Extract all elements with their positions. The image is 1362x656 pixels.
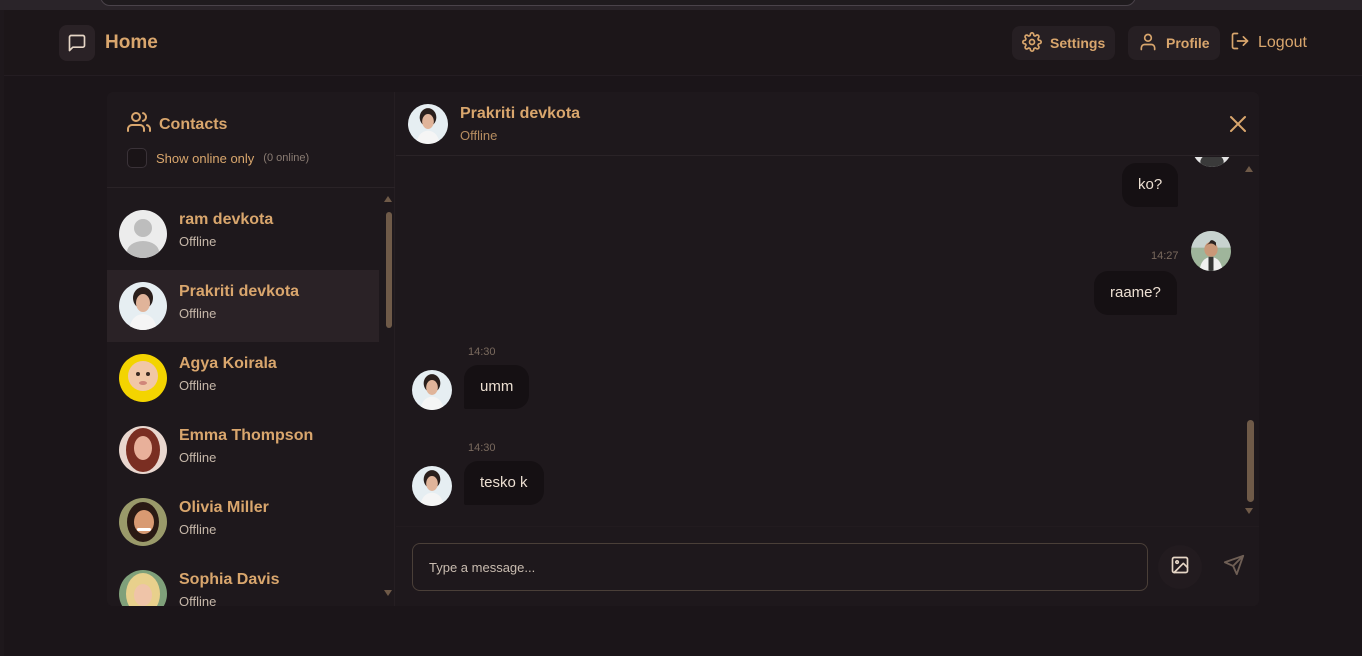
image-icon (1170, 555, 1190, 580)
browser-address-bar[interactable] (100, 0, 1136, 6)
contacts-title: Contacts (127, 110, 227, 139)
chat-header: Prakriti devkota Offline (396, 92, 1259, 156)
sidebar-header: Contacts Show online only (0 online) (107, 92, 395, 188)
scroll-down-icon[interactable] (1245, 508, 1253, 514)
profile-label: Profile (1166, 35, 1210, 51)
message-bubble: ko? (1122, 163, 1179, 207)
message-input[interactable] (412, 543, 1148, 591)
contact-name: Olivia Miller (179, 499, 269, 516)
contact-name: Emma Thompson (179, 427, 314, 444)
logout-label: Logout (1258, 34, 1307, 51)
message-time: 14:30 (468, 442, 496, 454)
avatar (1192, 157, 1232, 167)
close-icon[interactable] (1226, 112, 1250, 136)
avatar (119, 426, 167, 474)
avatar (412, 466, 452, 506)
contact-status: Offline (179, 234, 217, 249)
contact-status: Offline (179, 594, 217, 606)
browser-chrome (0, 0, 1362, 10)
contacts-title-label: Contacts (159, 115, 228, 133)
avatar (408, 104, 448, 144)
contact-item[interactable]: Prakriti devkota Offline (107, 270, 379, 342)
users-icon (127, 110, 151, 139)
chat-pane: Prakriti devkota Offline ko? 14:27 raame… (396, 92, 1259, 606)
contacts-scrollbar-thumb[interactable] (386, 212, 392, 328)
contact-name: Sophia Davis (179, 571, 280, 588)
settings-button[interactable]: Settings (1012, 26, 1116, 60)
contact-item[interactable]: Sophia Davis Offline (107, 558, 379, 606)
chat-app: Home Settings Profile Logout Contacts Sh… (4, 10, 1362, 656)
contact-status: Offline (179, 378, 217, 393)
message-time: 14:27 (1151, 250, 1179, 262)
contact-item[interactable]: Agya Koirala Offline (107, 342, 379, 414)
message-bubble: tesko k (464, 461, 544, 505)
contact-item[interactable]: Olivia Miller Offline (107, 486, 379, 558)
online-only-toggle[interactable]: Show online only (0 online) (127, 148, 309, 168)
contacts-scrollbar[interactable] (383, 192, 393, 606)
logout-button[interactable]: Logout (1220, 26, 1317, 60)
settings-label: Settings (1050, 35, 1106, 51)
avatar (119, 498, 167, 546)
avatar (1191, 231, 1231, 271)
scroll-up-icon[interactable] (1245, 166, 1253, 172)
online-only-label: Show online only (156, 150, 255, 166)
send-icon (1223, 554, 1245, 581)
avatar (119, 570, 167, 606)
online-count: (0 online) (263, 152, 310, 164)
logout-icon (1230, 31, 1250, 56)
contact-item[interactable]: ram devkota Offline (107, 198, 379, 270)
contact-name: Agya Koirala (179, 355, 277, 372)
online-only-checkbox[interactable] (127, 148, 147, 168)
message-bubble: umm (464, 365, 530, 409)
chat-contact-name: Prakriti devkota (460, 105, 581, 122)
contact-list: ram devkota Offline Prakriti devkota Off… (107, 198, 379, 606)
scroll-down-icon[interactable] (384, 590, 392, 596)
contact-status: Offline (179, 450, 217, 465)
avatar (119, 282, 167, 330)
message-bubble: raame? (1094, 271, 1177, 315)
home-title[interactable]: Home (105, 32, 158, 54)
message-list: ko? 14:27 raame? 14:30 umm 14:30 tesko k (396, 157, 1259, 525)
profile-button[interactable]: Profile (1128, 26, 1220, 60)
message-composer (396, 526, 1259, 606)
user-icon (1138, 32, 1158, 55)
chat-contact-status: Offline (460, 128, 498, 143)
send-button[interactable] (1212, 545, 1256, 589)
contact-item[interactable]: Emma Thompson Offline (107, 414, 379, 486)
avatar (119, 354, 167, 402)
navbar: Home Settings Profile Logout (4, 10, 1362, 76)
message-time: 14:30 (468, 346, 496, 358)
contact-status: Offline (179, 306, 217, 321)
contact-name: ram devkota (179, 211, 274, 228)
contacts-sidebar: Contacts Show online only (0 online) ram… (107, 92, 395, 606)
avatar (412, 370, 452, 410)
chat-logo-icon[interactable] (59, 25, 95, 61)
attach-image-button[interactable] (1158, 545, 1202, 589)
scroll-up-icon[interactable] (384, 196, 392, 202)
avatar (119, 210, 167, 258)
contact-name: Prakriti devkota (179, 283, 300, 300)
messages-scrollbar[interactable] (1244, 158, 1256, 518)
messages-scrollbar-thumb[interactable] (1247, 420, 1254, 502)
contact-status: Offline (179, 522, 217, 537)
chat-container: Contacts Show online only (0 online) ram… (107, 92, 1259, 606)
gear-icon (1022, 31, 1042, 55)
